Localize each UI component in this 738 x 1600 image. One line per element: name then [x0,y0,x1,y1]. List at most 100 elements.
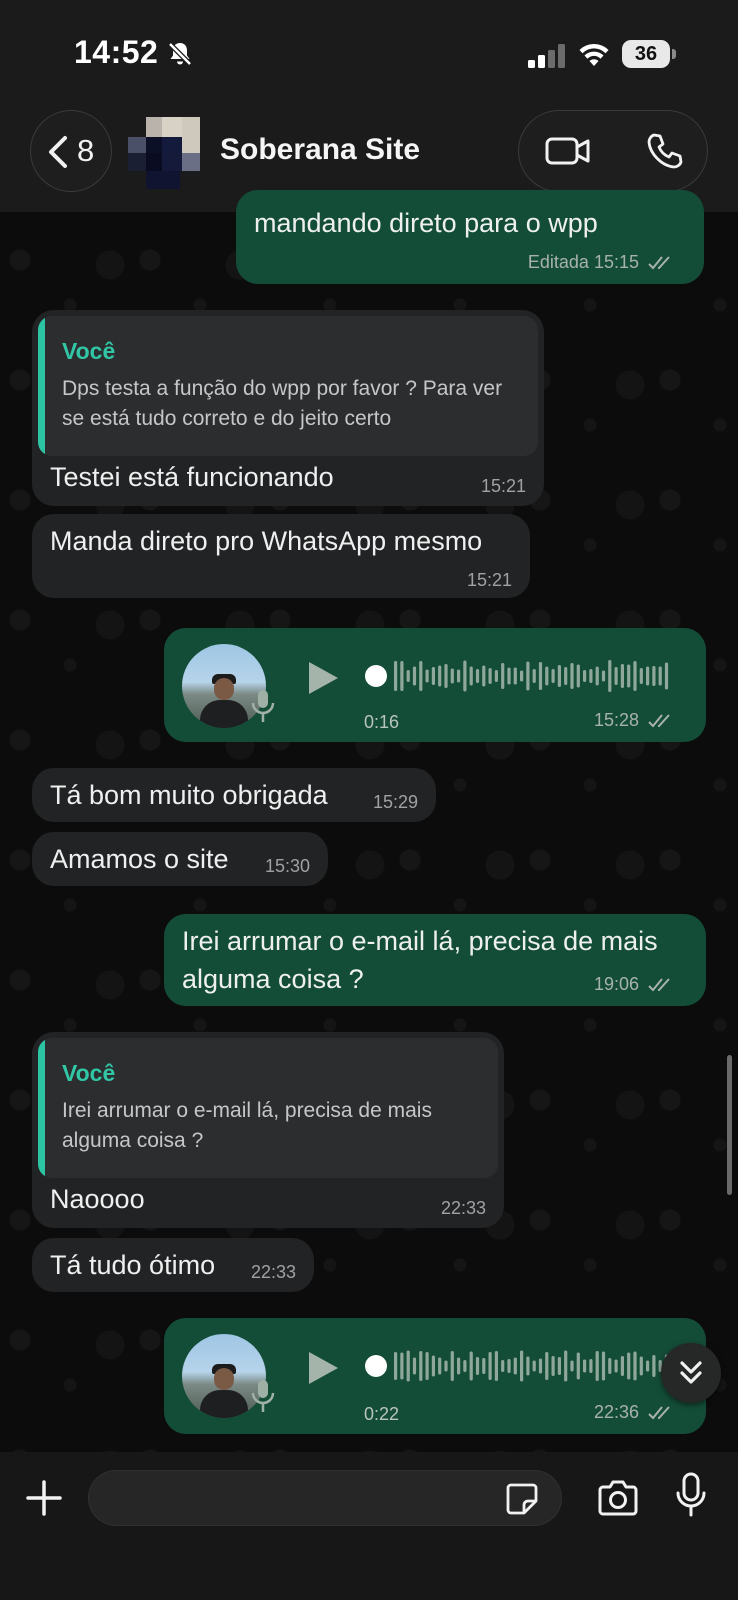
waveform-bar [419,661,423,691]
message-text: mandando direto para o wpp [254,208,598,238]
double-chevron-down-icon [680,1361,702,1384]
compose-bar [0,1452,738,1600]
waveform-bar [601,670,606,682]
quoted-message[interactable]: Você Irei arrumar o e-mail lá, precisa d… [38,1038,498,1178]
message-text: Tá bom muito obrigada [50,780,328,810]
message-meta: 15:28 [594,710,674,731]
play-icon[interactable] [306,660,340,696]
waveform-bar [412,666,417,686]
playhead[interactable] [365,1355,387,1377]
wifi-icon [579,43,609,66]
waveform-bar [576,664,580,688]
waveform-bar [457,1357,461,1375]
waveform-bar [595,1351,599,1381]
waveform-bar [438,1357,442,1375]
message-incoming[interactable]: Tá bom muito obrigada 15:29 [32,768,436,822]
waveform-bar [545,666,549,686]
waveform-bar [627,1352,631,1380]
waveform-bar [564,667,568,685]
back-button[interactable]: 8 [30,110,112,192]
plus-icon[interactable] [24,1478,64,1518]
waveform-bar [425,1352,429,1380]
waveform-bar [589,669,593,683]
message-time: 19:06 [593,974,639,994]
scroll-indicator[interactable] [727,1055,732,1195]
message-incoming-reply[interactable]: Você Irei arrumar o e-mail lá, precisa d… [32,1032,504,1228]
message-time: 22:33 [440,1198,486,1218]
waveform-bar [507,1359,511,1373]
waveform-bar [431,1355,435,1377]
waveform-bar [475,669,480,683]
waveform-bar [658,666,662,686]
message-incoming[interactable]: Tá tudo ótimo 22:33 [32,1238,314,1292]
waveform-bar [646,1360,650,1372]
message-meta: Editada 15:15 [528,252,674,273]
audio-waveform[interactable] [364,656,669,696]
message-text: Amamos o site [50,844,229,874]
scroll-to-bottom-button[interactable] [661,1343,721,1403]
read-ticks-icon [648,978,670,992]
video-call-icon[interactable] [545,133,591,169]
waveform-bar [551,1356,555,1376]
phone-icon[interactable] [645,131,685,171]
audio-waveform[interactable] [364,1346,669,1386]
waveform-bar [501,663,505,689]
message-meta: 22:36 [594,1402,674,1423]
waveform-bar [394,1352,398,1380]
avatar[interactable] [128,117,200,189]
waveform-bar [457,669,461,683]
quote-text: Dps testa a função do wpp por favor ? Pa… [62,377,503,430]
message-meta: 19:06 [594,974,674,995]
waveform-bar [639,668,643,684]
camera-icon[interactable] [596,1478,640,1518]
waveform-bar [652,1355,656,1377]
waveform-bar [501,1360,505,1372]
waveform-bar [469,666,473,686]
waveform-bar [406,670,410,682]
message-text: Manda direto pro WhatsApp mesmo [50,526,483,556]
message-text: Naoooo [50,1184,145,1214]
waveform-bar [444,664,448,688]
waveform-bar [664,662,669,690]
waveform-bar [488,1352,492,1380]
waveform-bar [425,669,429,683]
sticker-icon[interactable] [505,1482,539,1516]
waveform-bar [601,1351,606,1381]
playhead[interactable] [365,665,387,687]
message-incoming[interactable]: Manda direto pro WhatsApp mesmo 15:21 [32,514,530,598]
waveform-bar [450,1351,454,1381]
waveform-bar [646,666,650,686]
message-time: 15:29 [372,792,418,812]
message-outgoing[interactable]: Irei arrumar o e-mail lá, precisa de mai… [164,914,706,1006]
contact-name[interactable]: Soberana Site [220,133,420,167]
waveform-bar [538,662,543,690]
waveform-bar [551,669,555,683]
read-ticks-icon [648,256,670,270]
voice-message-outgoing[interactable]: 0:16 15:28 [164,628,706,742]
waveform-bar [475,1357,480,1375]
message-text: Tá tudo ótimo [50,1250,216,1280]
waveform-bar [526,661,530,691]
voice-duration: 0:16 [364,712,400,732]
microphone-icon[interactable] [675,1472,707,1518]
message-time: 15:21 [480,476,526,496]
call-actions [518,110,708,192]
waveform-bar [633,1351,637,1381]
message-time: 15:30 [264,856,310,876]
read-ticks-icon [648,714,670,728]
quoted-message[interactable]: Você Dps testa a função do wpp por favor… [38,316,538,456]
battery-icon: 36 [622,40,676,68]
microphone-icon [251,690,275,722]
voice-duration: 0:22 [364,1404,400,1424]
play-icon[interactable] [306,1350,340,1386]
waveform-bar [438,665,442,687]
message-input[interactable] [88,1470,562,1526]
message-outgoing[interactable]: mandando direto para o wpp Editada 15:15 [236,190,704,284]
unread-count: 8 [77,133,95,168]
waveform-bar [513,667,517,685]
home-indicator [246,1582,492,1588]
voice-message-outgoing[interactable]: 0:22 22:36 [164,1318,706,1434]
waveform-bar [589,1359,593,1373]
message-incoming[interactable]: Amamos o site 15:30 [32,832,328,886]
message-incoming-reply[interactable]: Você Dps testa a função do wpp por favor… [32,310,544,506]
